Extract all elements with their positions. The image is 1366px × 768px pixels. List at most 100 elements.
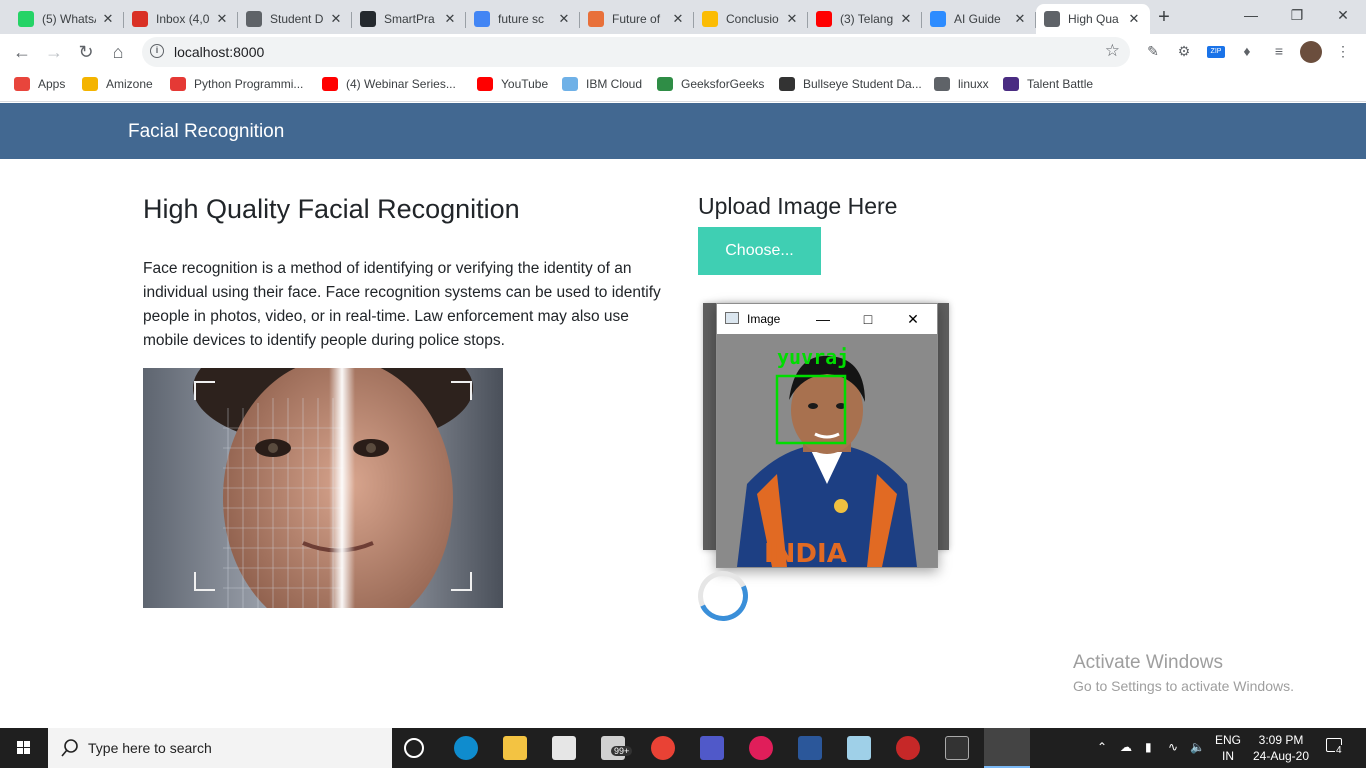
store-icon[interactable] xyxy=(552,736,576,760)
tab-title: AI Guide xyxy=(954,12,1001,26)
zip-extension-icon[interactable]: ZIP xyxy=(1207,46,1225,58)
opencv-minimize-button[interactable]: — xyxy=(813,309,833,329)
home-button[interactable]: ⌂ xyxy=(106,40,130,64)
bookmark-item[interactable]: Talent Battle xyxy=(1003,77,1093,91)
tab-9[interactable]: High Qua ✕ xyxy=(1036,4,1150,34)
tab-close-icon[interactable]: ✕ xyxy=(214,11,230,27)
tab-7[interactable]: (3) Telang ✕ xyxy=(808,4,922,34)
minimize-button[interactable]: — xyxy=(1228,0,1274,30)
chrome-icon[interactable] xyxy=(651,736,675,760)
slack-icon[interactable] xyxy=(749,736,773,760)
tab-5[interactable]: Future of ✕ xyxy=(580,4,694,34)
teams-icon[interactable] xyxy=(700,736,724,760)
loading-spinner xyxy=(690,563,756,629)
tab-2[interactable]: Student D ✕ xyxy=(238,4,352,34)
tab-close-icon[interactable]: ✕ xyxy=(100,11,116,27)
search-placeholder[interactable]: Type here to search xyxy=(88,740,212,756)
settings-extension-icon[interactable]: ⚙ xyxy=(1175,42,1193,60)
opencv-image-window[interactable]: Image — □ ✕ yuvraj INDIA xyxy=(716,303,938,568)
tab-close-icon[interactable]: ✕ xyxy=(556,11,572,27)
tab-title: future sc xyxy=(498,12,545,26)
whatsapp-icon xyxy=(18,11,34,27)
opencv-close-button[interactable]: ✕ xyxy=(903,309,923,329)
forward-button[interactable]: → xyxy=(42,40,66,64)
bookmark-item[interactable]: GeeksforGeeks xyxy=(657,77,764,91)
tab-1[interactable]: Inbox (4,0 ✕ xyxy=(124,4,238,34)
tab-close-icon[interactable]: ✕ xyxy=(442,11,458,27)
edge-icon[interactable] xyxy=(454,736,478,760)
tab-close-icon[interactable]: ✕ xyxy=(670,11,686,27)
cloud-icon xyxy=(562,77,578,91)
bookmark-label: Talent Battle xyxy=(1027,77,1094,91)
battery-icon[interactable]: ▮ xyxy=(1145,740,1152,754)
tab-close-icon[interactable]: ✕ xyxy=(328,11,344,27)
tab-close-icon[interactable]: ✕ xyxy=(784,11,800,27)
tab-title: High Qua xyxy=(1068,12,1119,26)
bookmark-item[interactable]: Bullseye Student Da... xyxy=(779,77,922,91)
url-text[interactable]: localhost:8000 xyxy=(174,44,264,60)
address-bar[interactable]: i localhost:8000 ☆ xyxy=(142,37,1130,67)
media-control-icon[interactable]: ≡ xyxy=(1270,42,1288,60)
opencv-maximize-button[interactable]: □ xyxy=(858,309,878,329)
tab-close-icon[interactable]: ✕ xyxy=(1126,11,1142,27)
back-button[interactable]: ← xyxy=(10,40,34,64)
bookmark-item[interactable]: (4) Webinar Series... xyxy=(322,77,456,91)
extensions-puzzle-icon[interactable]: ♦ xyxy=(1238,42,1256,60)
chrome-menu-icon[interactable]: ⋮ xyxy=(1334,42,1352,60)
reload-button[interactable]: ↻ xyxy=(74,40,98,64)
language-indicator[interactable]: ENG IN xyxy=(1215,732,1241,764)
page-title: High Quality Facial Recognition xyxy=(143,194,520,224)
bookmark-label: linuxx xyxy=(958,77,989,91)
profile-avatar[interactable] xyxy=(1300,41,1322,63)
task-view-icon[interactable] xyxy=(404,738,424,758)
bookmark-item[interactable]: Apps xyxy=(14,77,65,91)
bookmark-item[interactable]: Amizone xyxy=(82,77,153,91)
tab-title: SmartPra xyxy=(384,12,435,26)
tab-4[interactable]: future sc ✕ xyxy=(466,4,580,34)
volume-icon[interactable]: 🔈 xyxy=(1190,740,1205,754)
bookmark-item[interactable]: linuxx xyxy=(934,77,989,91)
jersey-text: INDIA xyxy=(764,539,847,567)
tab-3[interactable]: SmartPra ✕ xyxy=(352,4,466,34)
opencv-title-bar[interactable]: Image — □ ✕ xyxy=(717,304,937,334)
restore-button[interactable]: ❐ xyxy=(1274,0,1320,30)
site-icon xyxy=(588,11,604,27)
eyedropper-extension-icon[interactable]: ✎ xyxy=(1144,42,1162,60)
onedrive-icon[interactable]: ☁ xyxy=(1120,740,1132,754)
tab-8[interactable]: AI Guide ✕ xyxy=(922,4,1036,34)
bookmark-label: Python Programmi... xyxy=(194,77,304,91)
python-icon xyxy=(170,77,186,91)
mail-badge: 99+ xyxy=(611,746,633,756)
anaconda-icon[interactable] xyxy=(896,736,920,760)
mail-icon[interactable]: 99+ xyxy=(601,736,633,760)
terminal-icon[interactable] xyxy=(945,736,969,760)
show-hidden-icons[interactable]: ⌃ xyxy=(1097,740,1107,754)
start-button[interactable] xyxy=(0,728,48,768)
tab-close-icon[interactable]: ✕ xyxy=(898,11,914,27)
wifi-icon[interactable]: ∿ xyxy=(1168,740,1178,754)
bookmark-label: GeeksforGeeks xyxy=(681,77,765,91)
word-icon[interactable] xyxy=(798,736,822,760)
choose-file-button[interactable]: Choose... xyxy=(698,227,821,275)
bookmark-item[interactable]: Python Programmi... xyxy=(170,77,303,91)
system-clock[interactable]: 3:09 PM 24-Aug-20 xyxy=(1250,732,1312,764)
close-window-button[interactable]: ✕ xyxy=(1320,0,1366,30)
bookmark-star-icon[interactable]: ☆ xyxy=(1105,41,1120,61)
clock-date: 24-Aug-20 xyxy=(1252,749,1310,763)
tab-0[interactable]: (5) WhatsApp ✕ xyxy=(10,4,124,34)
tab-6[interactable]: Conclusio ✕ xyxy=(694,4,808,34)
tab-strip: (5) WhatsApp✕Inbox (4,0✕Student D✕SmartP… xyxy=(0,0,1366,34)
tab-title: Conclusio xyxy=(726,12,779,26)
navbar-brand[interactable]: Facial Recognition xyxy=(128,121,284,143)
tab-close-icon[interactable]: ✕ xyxy=(1012,11,1028,27)
notes-icon[interactable] xyxy=(847,736,871,760)
site-info-icon[interactable]: i xyxy=(150,44,164,58)
notifications-icon[interactable]: 4 xyxy=(1326,738,1343,756)
taskbar-search-box[interactable]: Type here to search xyxy=(48,728,392,768)
active-app-icon[interactable] xyxy=(984,728,1030,768)
bookmark-item[interactable]: YouTube xyxy=(477,77,548,91)
file-explorer-icon[interactable] xyxy=(503,736,527,760)
gmail-icon xyxy=(132,11,148,27)
new-tab-button[interactable]: + xyxy=(1152,6,1176,30)
bookmark-item[interactable]: IBM Cloud xyxy=(562,77,642,91)
